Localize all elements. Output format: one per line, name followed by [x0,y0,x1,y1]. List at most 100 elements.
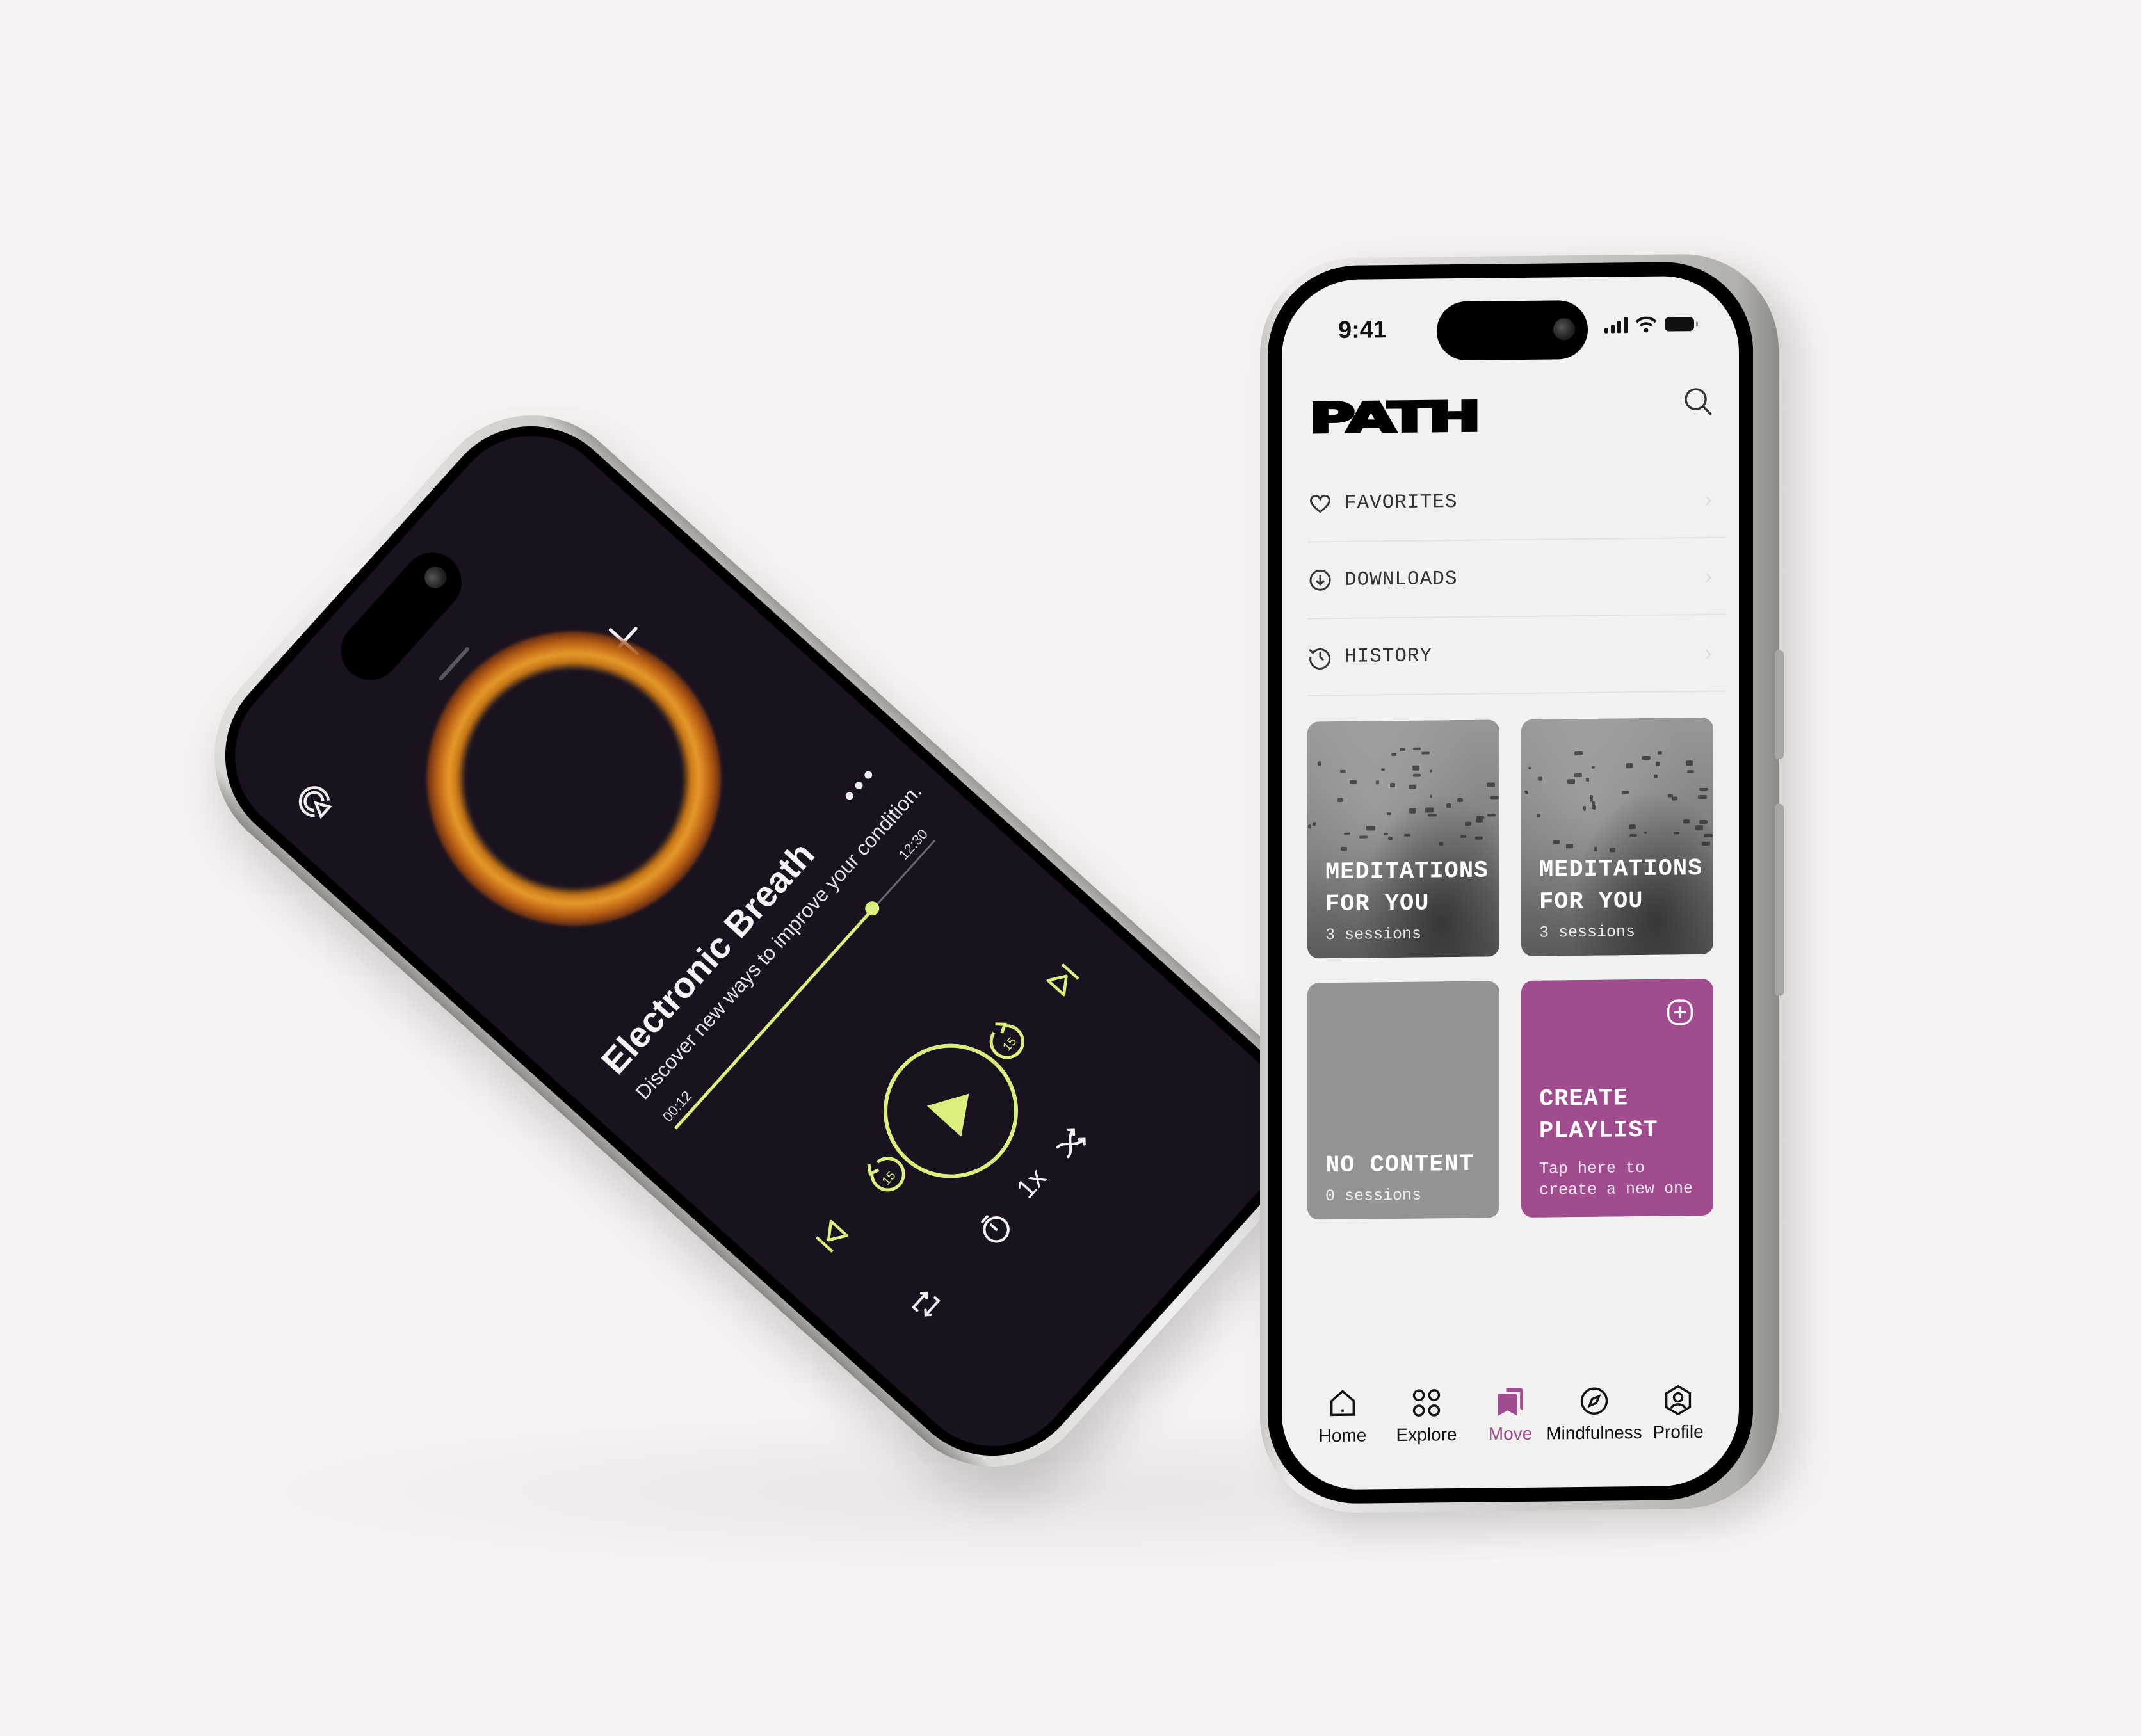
tab-label: Mindfulness [1546,1422,1642,1443]
playlist-card[interactable]: MEDITATIONS FOR YOU 3 sessions [1307,719,1499,959]
texture-speck [1574,751,1583,755]
tab-label: Home [1318,1425,1367,1446]
menu-item-downloads[interactable]: DOWNLOADS › [1307,538,1726,620]
texture-speck [1413,747,1421,750]
bookmarks-icon [1498,1388,1523,1417]
texture-speck [1446,803,1451,808]
texture-speck [1641,755,1651,760]
create-playlist-card[interactable]: CREATE PLAYLIST Tap here to create a new … [1521,978,1713,1218]
tab-profile[interactable]: Profile [1636,1383,1720,1443]
texture-speck [1567,779,1575,784]
menu-item-history[interactable]: HISTORY › [1307,615,1726,696]
airplay-icon[interactable] [285,773,343,830]
texture-speck [1341,846,1347,851]
repeat-icon[interactable] [901,1279,951,1330]
heart-icon [1309,494,1331,513]
timer-icon[interactable] [969,1203,1020,1253]
texture-speck [1528,767,1531,769]
texture-speck [1674,832,1680,835]
texture-speck [1698,795,1707,799]
minimize-handle[interactable] [438,646,471,682]
texture-speck [1672,796,1677,801]
grid-icon [1412,1389,1441,1417]
texture-speck [1487,814,1496,817]
cellular-icon [1604,316,1628,334]
texture-speck [1695,825,1704,831]
tab-label: Explore [1396,1424,1457,1445]
texture-speck [1386,812,1391,815]
next-icon[interactable] [1038,954,1088,1005]
texture-speck [1337,798,1344,802]
library-menu: FAVORITES › DOWNLOADS › HISTORY › [1307,461,1726,696]
speed-button[interactable]: 1x [1007,1159,1060,1211]
home-icon [1330,1390,1355,1417]
tab-home[interactable]: Home [1301,1386,1384,1446]
texture-speck [1412,765,1420,771]
texture-speck [1574,773,1582,777]
tab-explore[interactable]: Explore [1385,1386,1468,1445]
texture-speck [1589,798,1593,802]
chevron-right-icon: › [1704,562,1712,589]
texture-speck [1658,751,1662,755]
shuffle-icon[interactable] [1046,1117,1097,1168]
texture-speck [1387,837,1393,840]
tab-bar: Home Explore Move Mindfulness Profile [1301,1383,1720,1447]
menu-label: DOWNLOADS [1345,567,1458,591]
tab-mindfulness[interactable]: Mindfulness [1546,1384,1642,1443]
texture-speck [1399,748,1405,751]
texture-speck [1313,822,1316,826]
texture-speck [1339,770,1346,773]
search-icon[interactable] [1681,385,1715,419]
tab-move[interactable]: Move [1469,1385,1552,1444]
texture-speck [1359,835,1368,839]
texture-speck [1489,796,1499,800]
texture-speck [1350,780,1357,784]
front-camera [1553,318,1575,341]
texture-speck [1703,833,1713,837]
tab-label: Profile [1652,1421,1704,1442]
volume-down-button [1775,803,1784,996]
texture-speck [1686,769,1695,773]
texture-speck [1429,769,1432,773]
compass-icon [1580,1387,1608,1415]
elapsed-time: 00:12 [659,1088,695,1125]
texture-speck [1644,831,1647,834]
texture-speck [1586,777,1590,782]
texture-speck [1457,798,1463,802]
texture-speck [1409,784,1416,790]
texture-speck [1366,825,1375,831]
card-title: MEDITATIONS FOR YOU [1539,855,1703,916]
texture-speck [1403,834,1410,837]
library-bezel: 9:41 PATH FAVORITES › DOWNLOADS › HISTOR… [1268,261,1753,1505]
texture-speck [1413,774,1421,778]
app-logo: PATH [1307,392,1480,444]
texture-speck [1610,848,1615,853]
texture-speck [1318,761,1321,766]
add-icon[interactable] [1666,998,1694,1026]
texture-speck [1409,808,1416,814]
texture-speck [1553,840,1560,844]
menu-item-favorites[interactable]: FAVORITES › [1307,461,1726,543]
status-time: 9:41 [1338,316,1387,344]
library-screen: 9:41 PATH FAVORITES › DOWNLOADS › HISTOR… [1282,275,1739,1490]
total-duration: 12:30 [895,826,932,863]
previous-icon[interactable] [807,1211,857,1262]
empty-playlist-card[interactable]: NO CONTENT 0 sessions [1307,981,1499,1220]
texture-speck [1380,768,1386,771]
texture-speck [1699,787,1708,791]
texture-speck [1308,824,1311,829]
texture-speck [1439,842,1443,846]
texture-speck [1421,751,1430,755]
library-phone: 9:41 PATH FAVORITES › DOWNLOADS › HISTOR… [1260,253,1784,1514]
card-subtitle: Tap here to create a new one [1539,1158,1693,1200]
more-icon[interactable] [844,769,874,801]
card-title: NO CONTENT [1325,1150,1474,1180]
wifi-icon [1635,316,1657,333]
texture-speck [1655,761,1660,767]
playlist-card[interactable]: MEDITATIONS FOR YOU 3 sessions [1521,717,1713,956]
texture-speck [1685,760,1693,766]
texture-speck [1591,801,1596,806]
playlist-grid: MEDITATIONS FOR YOU 3 sessions MEDITATION… [1307,717,1713,1220]
card-title: MEDITATIONS FOR YOU [1325,857,1489,919]
texture-speck [1475,819,1483,823]
